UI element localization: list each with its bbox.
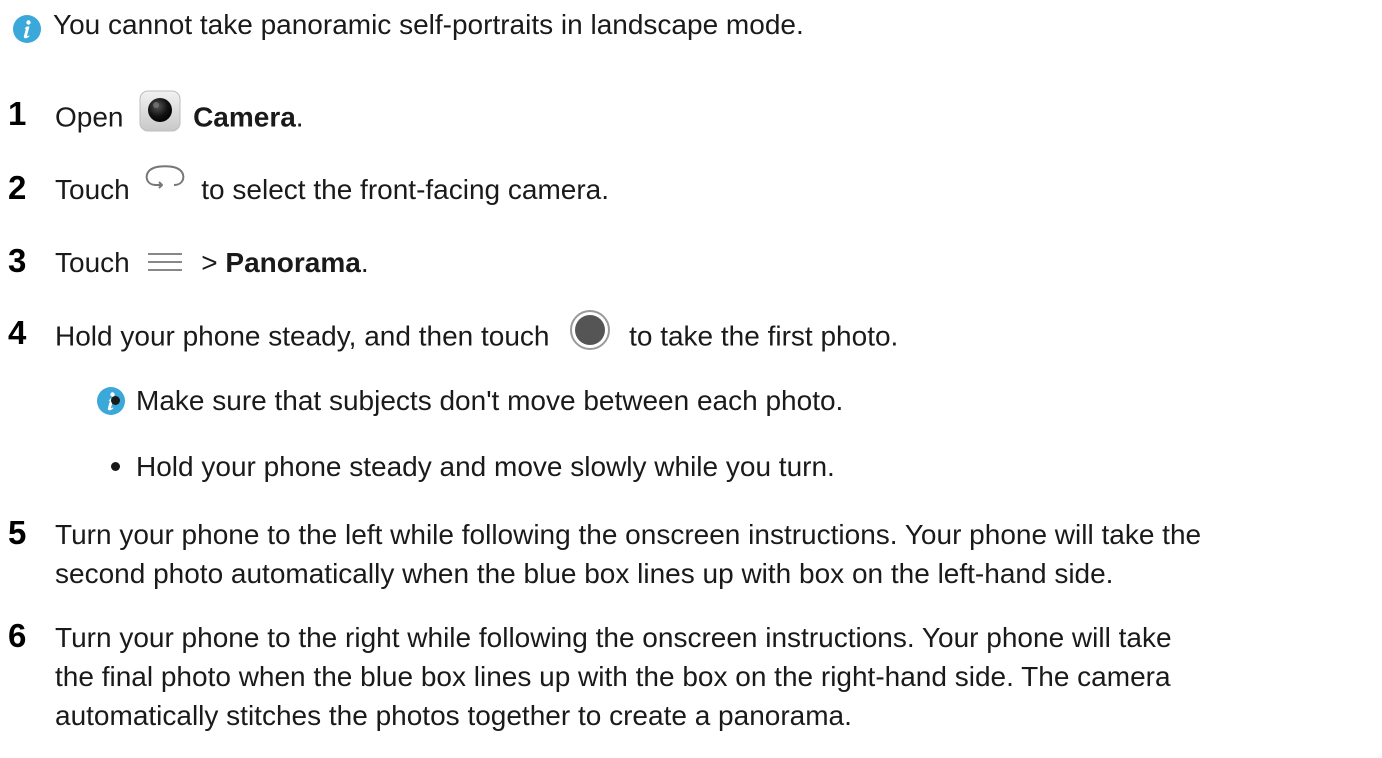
step-6-text: Turn your phone to the right while follo… xyxy=(55,618,1172,735)
bullet-text: Hold your phone steady and move slowly w… xyxy=(136,451,835,482)
step-3-bold: Panorama xyxy=(225,247,361,278)
step-5-line: second photo automatically when the blue… xyxy=(55,558,1114,589)
step-1-prefix: Open xyxy=(55,101,124,133)
info-icon xyxy=(13,15,41,43)
step-6-line: Turn your phone to the right while follo… xyxy=(55,622,1172,653)
bullet-dot xyxy=(111,396,120,406)
step-1-suffix: . xyxy=(295,101,304,133)
list-item: Make sure that subjects don't move betwe… xyxy=(111,385,843,417)
step-5-text: Turn your phone to the left while follow… xyxy=(55,515,1201,593)
step-4-text: Hold your phone steady, and then touch t… xyxy=(55,310,899,359)
bullet-dot xyxy=(111,462,120,472)
step-6-line: automatically stitches the photos togeth… xyxy=(55,700,852,731)
step-3-prefix: Touch xyxy=(55,247,130,278)
step-4-suffix: to take the first photo. xyxy=(629,320,899,352)
step-number: 1 xyxy=(8,95,27,132)
step-2-prefix: Touch xyxy=(55,174,130,205)
camera-app-icon xyxy=(139,90,181,132)
step-number: 2 xyxy=(8,169,27,206)
step-3-text: Touch > Panorama. xyxy=(55,245,369,281)
menu-icon xyxy=(146,247,184,271)
step-1-bold: Camera xyxy=(193,101,296,133)
switch-camera-icon xyxy=(142,163,188,193)
step-3-suffix: . xyxy=(360,247,369,278)
step-4-prefix: Hold your phone steady, and then touch xyxy=(55,320,550,352)
step-number: 4 xyxy=(8,314,27,351)
step-6-line: the final photo when the blue box lines … xyxy=(55,661,1171,692)
top-note-text: You cannot take panoramic self-portraits… xyxy=(53,9,804,40)
shutter-icon xyxy=(569,309,611,351)
step-1-text: Open Camera. xyxy=(55,90,304,140)
step-2-suffix: to select the front-facing camera. xyxy=(201,174,610,205)
bullet-text: Make sure that subjects don't move betwe… xyxy=(136,385,844,416)
step-number: 6 xyxy=(8,617,27,654)
step-3-separator: > xyxy=(201,247,218,278)
list-item: Hold your phone steady and move slowly w… xyxy=(111,451,835,483)
step-5-line: Turn your phone to the left while follow… xyxy=(55,519,1202,550)
step-number: 5 xyxy=(8,514,27,551)
step-2-text: Touch to select the front-facing camera. xyxy=(55,164,610,208)
step-number: 3 xyxy=(8,242,27,279)
